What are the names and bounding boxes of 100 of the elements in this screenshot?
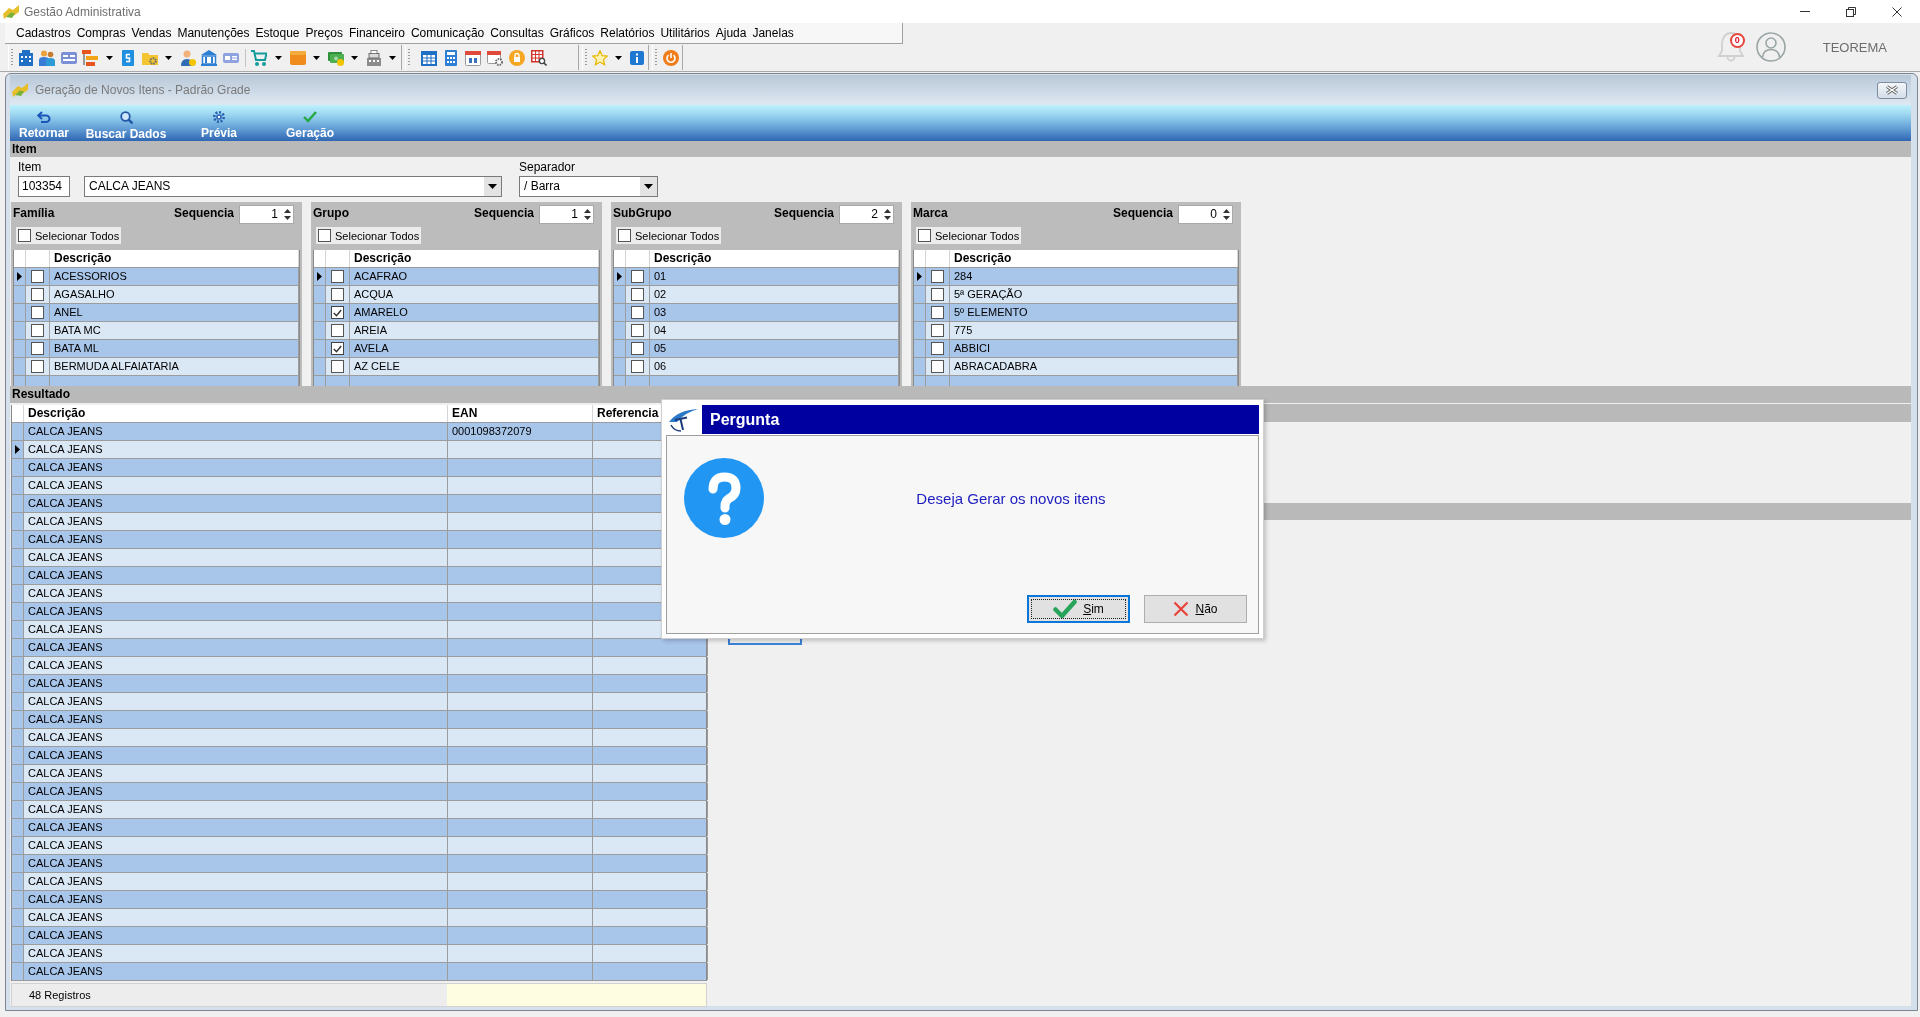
item-description-combo[interactable]: CALCA JEANS [84,176,502,197]
caret-icon[interactable] [274,55,282,60]
menu-item[interactable]: Estoque [252,24,303,42]
checkbox[interactable] [331,324,344,337]
checkbox[interactable] [31,324,44,337]
menu-item[interactable]: Vendas [128,24,175,42]
caret-icon[interactable] [313,55,321,60]
menu-item[interactable]: Compras [73,24,129,42]
close-button[interactable] [1877,81,1907,99]
checkbox[interactable] [631,342,644,355]
menu-item[interactable]: Manutenções [174,24,253,42]
table-row[interactable]: AVELA [314,340,599,358]
table-row[interactable]: CALCA JEANS [12,729,706,747]
no-button[interactable]: Não [1144,595,1247,623]
checkbox[interactable] [931,306,944,319]
table-row[interactable]: AGASALHO [14,286,299,304]
checkbox[interactable] [931,360,944,373]
select-all-option[interactable]: Selecionar Todos [616,227,722,244]
table-row[interactable]: 06 [614,358,899,376]
table-row[interactable]: CALCA JEANS [12,765,706,783]
bell-icon[interactable] [1716,31,1745,63]
table-row[interactable]: AMARELO [314,304,599,322]
table-search-icon[interactable] [531,49,547,66]
search-data-button[interactable]: Buscar Dados [78,105,174,141]
sequence-field[interactable]: 2 [839,205,894,224]
table-row[interactable]: AREIA [314,322,599,340]
checkbox[interactable] [631,288,644,301]
menu-item[interactable]: Gráficos [546,24,598,42]
table-row[interactable]: CALCA JEANS [12,963,706,981]
table-row[interactable]: CALCA JEANS [12,801,706,819]
table-row[interactable]: 03 [614,304,899,322]
power-icon[interactable] [663,49,680,66]
table-row[interactable]: 5º ELEMENTO [914,304,1238,322]
table-row[interactable]: CALCA JEANS [12,819,706,837]
table-row[interactable]: 01 [614,268,899,286]
table-row[interactable]: CALCA JEANS [12,711,706,729]
checkbox[interactable] [931,288,944,301]
menu-item[interactable]: Janelas [749,24,797,42]
star-icon[interactable] [591,49,608,66]
caret-icon[interactable] [351,55,359,60]
up-arrow-icon[interactable] [283,209,291,213]
checkbox[interactable] [31,342,44,355]
menu-item[interactable]: Utilitários [657,24,713,42]
return-button[interactable]: Retornar [10,105,78,141]
table-row[interactable]: CALCA JEANS [12,927,706,945]
checkbox[interactable] [331,342,344,355]
calendar-icon[interactable] [421,49,437,66]
menu-item[interactable]: Preços [302,24,346,42]
menu-item[interactable]: Cadastros [13,24,74,42]
checkbox[interactable] [331,360,344,373]
select-all-option[interactable]: Selecionar Todos [16,227,122,244]
down-arrow-icon[interactable] [1222,216,1230,220]
table-row[interactable]: BERMUDA ALFAIATARIA [14,358,299,376]
table-row[interactable]: BATA MC [14,322,299,340]
preview-button[interactable]: Prévia [174,105,264,141]
down-arrow-icon[interactable] [883,216,891,220]
bank-icon[interactable] [201,49,218,66]
person-coin-icon[interactable] [179,49,196,66]
caret-icon[interactable] [105,55,113,60]
info-icon[interactable] [629,49,646,66]
table-row[interactable]: 05 [614,340,899,358]
table-row[interactable]: CALCA JEANS [12,657,706,675]
checkbox[interactable] [31,270,44,283]
checkbox[interactable] [931,342,944,355]
down-arrow-icon[interactable] [283,216,291,220]
checkbox[interactable] [31,288,44,301]
cart-icon[interactable] [251,49,268,66]
table-row[interactable]: CALCA JEANS [12,837,706,855]
checkbox[interactable] [18,229,31,242]
table-row[interactable]: 775 [914,322,1238,340]
calculator-icon[interactable] [443,49,459,66]
table-row[interactable]: CALCA JEANS [12,873,706,891]
table-row[interactable]: 284 [914,268,1238,286]
checkbox[interactable] [331,288,344,301]
table-row[interactable]: ABBICI [914,340,1238,358]
hierarchy-icon[interactable] [82,49,99,66]
select-all-option[interactable]: Selecionar Todos [316,227,422,244]
caret-icon[interactable] [484,177,501,196]
table-row[interactable]: ANEL [14,304,299,322]
table-row[interactable]: ABRACADABRA [914,358,1238,376]
yes-button[interactable]: Sim [1027,595,1130,623]
caret-icon[interactable] [389,55,397,60]
sequence-field[interactable]: 1 [539,205,594,224]
menu-item[interactable]: Relatórios [597,24,658,42]
money-icon[interactable] [327,49,344,66]
menu-item[interactable]: Comunicação [407,24,488,42]
table-row[interactable]: CALCA JEANS [12,945,706,963]
table-row[interactable]: AZ CELE [314,358,599,376]
sequence-field[interactable]: 1 [239,205,294,224]
menu-item[interactable]: Financeiro [345,24,408,42]
table-row[interactable]: CALCA JEANS [12,783,706,801]
down-arrow-icon[interactable] [583,216,591,220]
generate-button[interactable]: Geração [264,105,356,141]
table-row[interactable]: CALCA JEANS [12,855,706,873]
table-row[interactable]: CALCA JEANS [12,891,706,909]
table-row[interactable]: 04 [614,322,899,340]
building-icon[interactable] [17,49,34,66]
table-row[interactable]: ACESSORIOS [14,268,299,286]
up-arrow-icon[interactable] [1222,209,1230,213]
table-row[interactable]: 5ª GERAÇÃO [914,286,1238,304]
